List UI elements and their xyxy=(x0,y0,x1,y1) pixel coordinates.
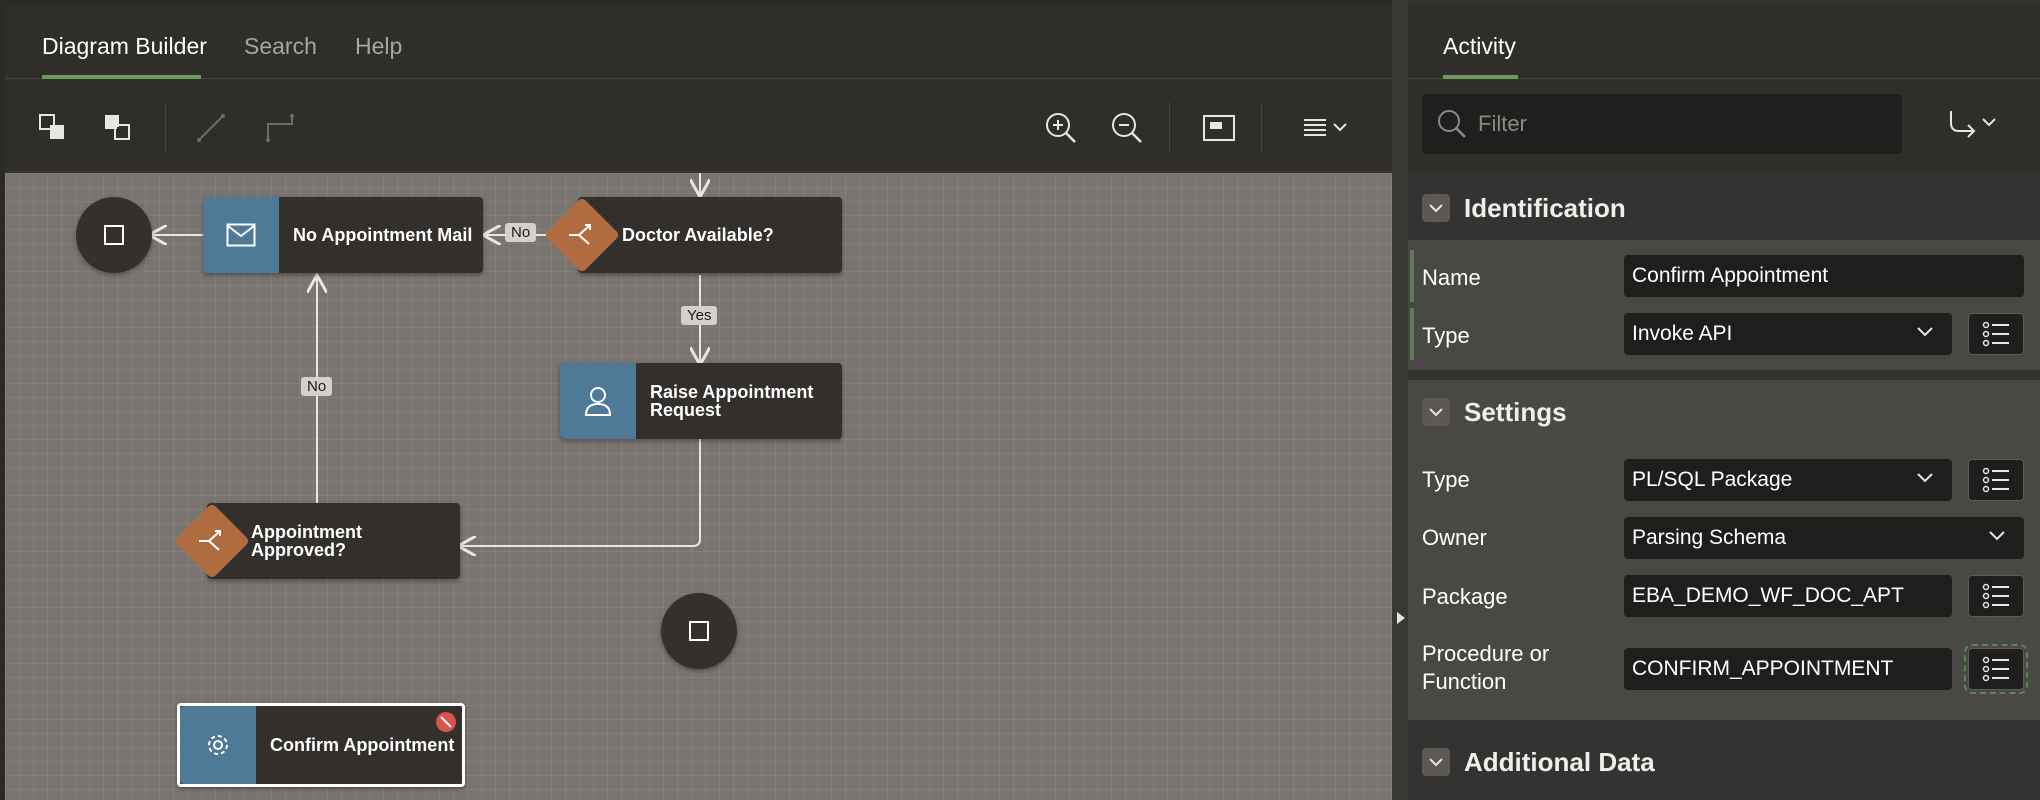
section-title: Settings xyxy=(1464,396,1567,427)
toolbar-divider xyxy=(1261,102,1262,152)
settings-type-label: Type xyxy=(1422,467,1470,492)
app-window: Diagram Builder Search Help No Yes No No… xyxy=(0,0,2040,800)
identification-header[interactable]: Identification xyxy=(1408,176,2040,240)
toolbar-divider xyxy=(1169,102,1170,152)
chevron-down-icon xyxy=(1917,327,1933,337)
zoom-out-icon[interactable] xyxy=(1107,108,1147,148)
split-icon xyxy=(185,514,239,568)
service-task-icon xyxy=(180,706,256,784)
zoom-in-icon[interactable] xyxy=(1041,108,1081,148)
property-editor: Activity Identification Name Confirm App… xyxy=(1408,0,2040,800)
bring-forward-icon[interactable] xyxy=(98,108,138,148)
chevron-down-icon[interactable] xyxy=(1422,398,1450,426)
settings-type-select[interactable]: PL/SQL Package xyxy=(1624,459,1952,501)
task-no-appointment-mail[interactable]: No Appointment Mail xyxy=(203,197,483,273)
settings-type-value: PL/SQL Package xyxy=(1632,468,1793,491)
stop-icon xyxy=(104,225,124,245)
package-label: Package xyxy=(1422,584,1508,609)
list-icon[interactable] xyxy=(1968,313,2024,355)
type-label: Type xyxy=(1422,323,1470,348)
procedure-label: Procedure or Function xyxy=(1422,640,1549,696)
search-icon xyxy=(1438,110,1466,138)
procedure-label-line1: Procedure or xyxy=(1422,641,1550,666)
required-indicator xyxy=(1410,308,1414,360)
node-label: No Appointment Mail xyxy=(293,225,473,245)
tab-search[interactable]: Search xyxy=(244,33,317,60)
task-confirm-appointment[interactable]: Confirm Appointment xyxy=(177,703,465,787)
tab-help[interactable]: Help xyxy=(355,33,402,60)
chevron-down-icon xyxy=(1917,473,1933,483)
end-event[interactable] xyxy=(661,593,737,669)
diagram-canvas[interactable]: No Yes No No Appointment Mail Doctor Ava… xyxy=(5,173,1392,800)
chevron-down-icon[interactable] xyxy=(1422,748,1450,776)
diagram-pane: Diagram Builder Search Help No Yes No No… xyxy=(5,5,1392,800)
straight-connector-icon[interactable] xyxy=(191,108,231,148)
list-icon[interactable] xyxy=(1968,459,2024,501)
required-indicator xyxy=(1410,250,1414,302)
split-icon xyxy=(555,208,609,262)
type-select-value: Invoke API xyxy=(1632,322,1733,345)
settings-header[interactable]: Settings xyxy=(1408,380,2040,444)
identification-section: Name Confirm Appointment Type Invoke API xyxy=(1408,240,2040,370)
node-label: Confirm Appointment xyxy=(270,735,455,755)
filter-input[interactable] xyxy=(1478,111,1878,137)
task-raise-appointment-request[interactable]: Raise Appointment Request xyxy=(560,363,842,439)
edge-label-no[interactable]: No xyxy=(505,223,537,242)
list-icon[interactable] xyxy=(1964,644,2028,694)
list-icon[interactable] xyxy=(1968,575,2024,617)
property-toolbar xyxy=(1408,80,2040,172)
error-badge-icon[interactable] xyxy=(436,712,456,732)
type-select[interactable]: Invoke API xyxy=(1624,313,1952,355)
left-tab-bar: Diagram Builder Search Help xyxy=(5,5,1392,79)
zoom-to-fit-icon[interactable] xyxy=(1199,108,1239,148)
owner-select[interactable]: Parsing Schema xyxy=(1624,517,2024,559)
chevron-down-icon[interactable] xyxy=(1422,194,1450,222)
active-tab-indicator xyxy=(1443,75,1518,79)
tab-diagram-builder[interactable]: Diagram Builder xyxy=(42,33,207,60)
diagram-toolbar xyxy=(5,80,1392,172)
send-backward-icon[interactable] xyxy=(33,108,73,148)
stop-icon xyxy=(689,621,709,641)
section-title: Identification xyxy=(1464,192,1626,223)
tab-activity[interactable]: Activity xyxy=(1443,33,1516,60)
end-event[interactable] xyxy=(76,197,152,273)
node-label: Raise Appointment Request xyxy=(650,382,814,420)
filter-field[interactable] xyxy=(1422,94,1902,154)
toolbar-divider xyxy=(165,102,166,152)
orthogonal-connector-icon[interactable] xyxy=(260,108,300,148)
pane-splitter[interactable] xyxy=(1392,0,1408,800)
section-title: Additional Data xyxy=(1464,746,1655,777)
owner-value: Parsing Schema xyxy=(1632,526,1787,549)
mail-icon xyxy=(203,197,279,273)
edge-label-no[interactable]: No xyxy=(301,377,333,396)
additional-data-header[interactable]: Additional Data xyxy=(1408,730,2040,794)
active-tab-indicator xyxy=(42,75,201,79)
layout-menu-icon[interactable] xyxy=(1301,108,1359,148)
user-icon xyxy=(560,363,636,439)
procedure-label-line2: Function xyxy=(1422,669,1507,694)
name-label: Name xyxy=(1422,265,1481,290)
owner-label: Owner xyxy=(1422,525,1487,550)
edge-label-yes[interactable]: Yes xyxy=(681,306,718,325)
procedure-field[interactable]: CONFIRM_APPOINTMENT xyxy=(1624,648,1952,690)
name-field[interactable]: Confirm Appointment xyxy=(1624,255,2024,297)
chevron-down-icon xyxy=(1989,531,2005,541)
settings-section: Type PL/SQL Package Owner Parsing Schema… xyxy=(1408,444,2040,720)
go-to-group-icon[interactable] xyxy=(1944,104,2004,144)
right-tab-bar: Activity xyxy=(1408,5,2040,79)
package-field[interactable]: EBA_DEMO_WF_DOC_APT xyxy=(1624,575,1952,617)
